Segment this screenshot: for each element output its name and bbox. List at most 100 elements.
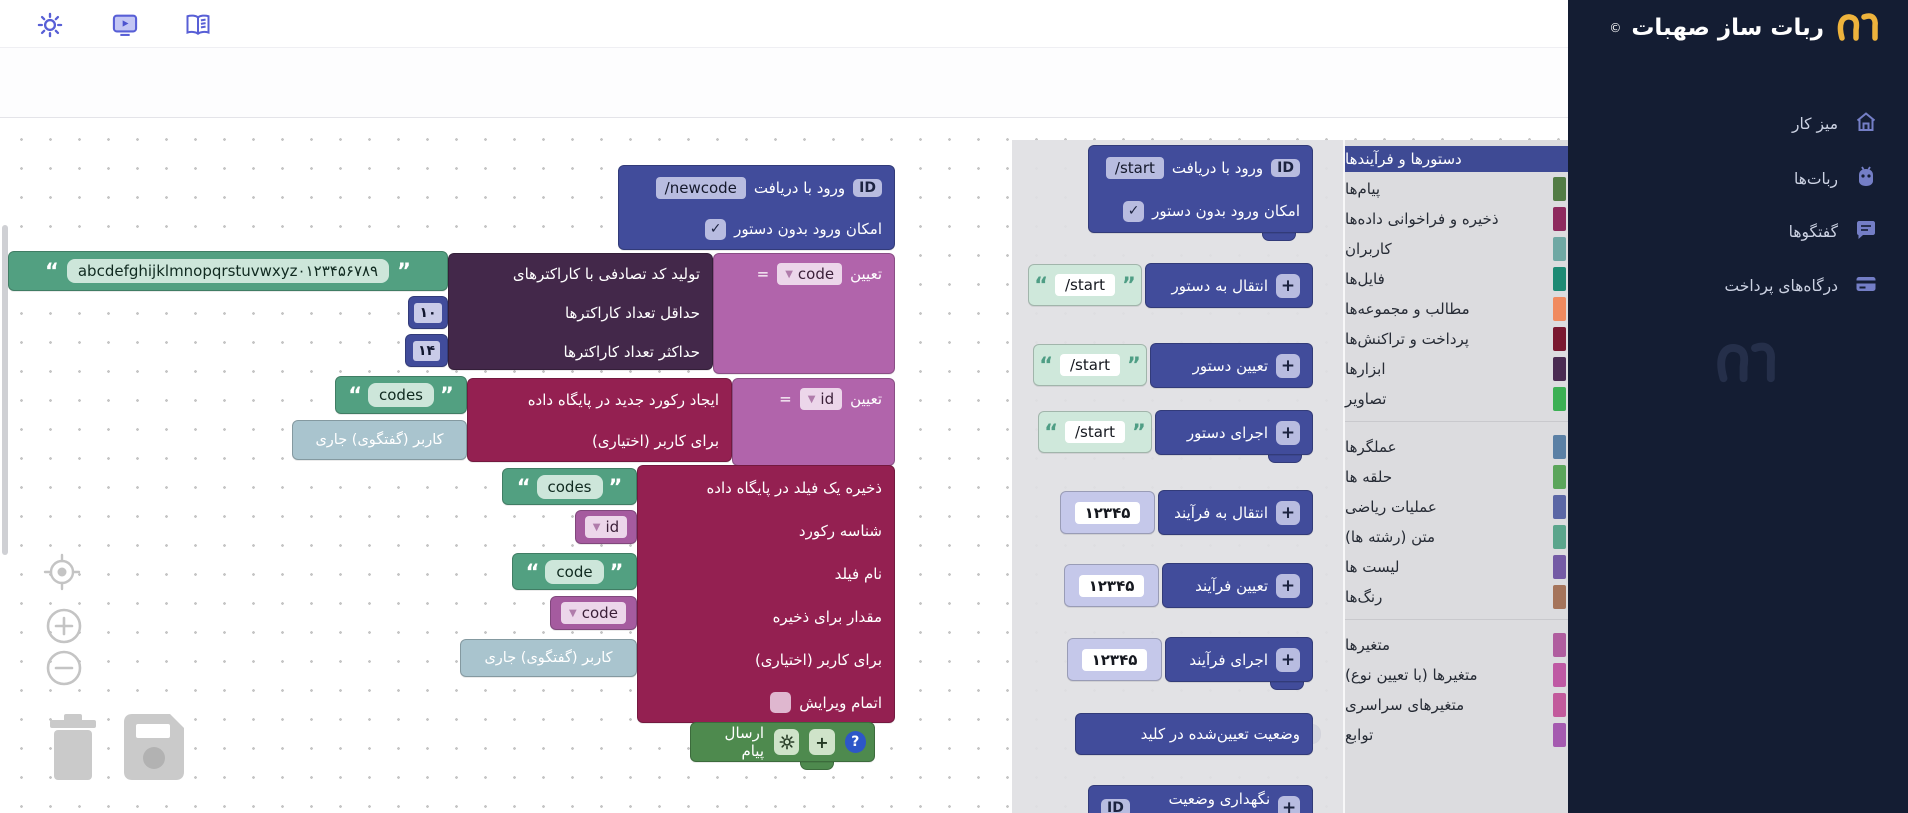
flyout-number-shadow-block[interactable]: ۱۲۳۴۵	[1064, 564, 1159, 607]
toolbox-category-commands[interactable]: دستورها و فرآیندها	[1345, 146, 1568, 172]
zoom-out-icon[interactable]	[44, 648, 84, 692]
number-field[interactable]: ۱۲۳۴۵	[1082, 649, 1148, 671]
flyout-block-goto-process[interactable]: + انتقال به فرآیند	[1158, 490, 1313, 535]
number-field[interactable]: ۱۲۳۴۵	[1079, 575, 1145, 597]
flyout-block-run-command[interactable]: + اجرای دستور	[1155, 410, 1313, 455]
canvas-block-set-variable-id[interactable]: تعیین id ▼ =	[732, 378, 895, 466]
flyout-string-shadow-block[interactable]: “ /start ”	[1038, 411, 1152, 453]
brand[interactable]: ربات ساز صهبات ©	[1609, 8, 1880, 48]
toolbox-category-images[interactable]: تصاویر	[1345, 386, 1568, 412]
toolbox-category-typed-variables[interactable]: متغیرها (با تعیین نوع)	[1345, 662, 1568, 688]
sidebar-item-payment-gateways[interactable]: درگاه‌های پرداخت	[1568, 268, 1908, 304]
flyout-block-set-command[interactable]: + تعیین دستور	[1150, 343, 1313, 388]
string-field[interactable]: codes	[368, 383, 434, 407]
trash-icon[interactable]	[42, 710, 104, 788]
toolbox-category-variables[interactable]: متغیرها	[1345, 632, 1568, 658]
canvas-block-min-number[interactable]: ۱۰	[408, 296, 448, 329]
canvas-block-create-record[interactable]: ایجاد رکورد جدید در پایگاه داده برای کار…	[467, 378, 732, 462]
flyout-block-run-process[interactable]: + اجرای فرآیند	[1165, 637, 1313, 682]
canvas-block-save-field[interactable]: ذخیره یک فیلد در پایگاه داده شناسه رکورد…	[637, 465, 895, 723]
toolbox-category-tools[interactable]: ابزارها	[1345, 356, 1568, 382]
string-field[interactable]: /start	[1055, 274, 1115, 296]
quote-open: “	[45, 266, 59, 276]
blockly-workspace[interactable]: دستورها و فرآیندها پیام‌ها ذخیره و فراخو…	[0, 118, 1568, 813]
flyout-block-set-process[interactable]: + تعیین فرآیند	[1162, 563, 1313, 608]
toolbox-category-data-storage[interactable]: ذخیره و فراخوانی داده‌ها	[1345, 206, 1568, 232]
toolbox-category-colors[interactable]: رنگ‌ها	[1345, 584, 1568, 610]
toolbox-category-loops[interactable]: حلقه ها	[1345, 464, 1568, 490]
canvas-block-db-name-string[interactable]: “ codes ”	[502, 468, 637, 505]
canvas-block-current-user[interactable]: کاربر (گفتگوی) جاری	[292, 420, 467, 460]
number-field[interactable]: ۱۰	[414, 303, 441, 323]
canvas-block-entry-command[interactable]: ID ورود با دریافت /newcode امکان ورود بد…	[618, 165, 895, 250]
flyout-string-shadow-block[interactable]: “ /start ”	[1033, 344, 1147, 386]
flyout-number-shadow-block[interactable]: ۱۲۳۴۵	[1067, 638, 1162, 681]
toolbox-category-text[interactable]: متن (رشته ها)	[1345, 524, 1568, 550]
string-field[interactable]: abcdefghijklmnopqrstuvwxyz۰۱۲۳۴۵۶۷۸۹	[67, 259, 389, 283]
variable-dropdown[interactable]: code ▼	[777, 263, 842, 285]
gear-icon[interactable]	[774, 729, 799, 755]
toolbox-category-global-variables[interactable]: متغیرهای سراسری	[1345, 692, 1568, 718]
help-icon[interactable]: ?	[845, 731, 866, 753]
toolbox-category-files[interactable]: فایل‌ها	[1345, 266, 1568, 292]
checkbox-checked[interactable]: ✓	[1123, 201, 1144, 222]
number-field[interactable]: ۱۴	[413, 341, 440, 361]
canvas-block-db-name-string[interactable]: “ codes ”	[335, 376, 467, 414]
canvas-block-variable-id[interactable]: id ▼	[575, 510, 637, 544]
flyout-block-goto-command[interactable]: + انتقال به دستور	[1145, 263, 1313, 308]
sidebar-item-bots[interactable]: ربات‌ها	[1568, 161, 1908, 197]
zoom-in-icon[interactable]	[44, 606, 84, 650]
canvas-block-set-variable-code[interactable]: تعیین code ▼ =	[713, 253, 895, 374]
plus-badge[interactable]: +	[1276, 274, 1300, 298]
sidebar-item-dashboard[interactable]: میز کار	[1568, 106, 1908, 142]
toolbox-category-lists[interactable]: لیست ها	[1345, 554, 1568, 580]
command-field[interactable]: /newcode	[656, 177, 746, 199]
theme-toggle-sun-icon[interactable]	[36, 11, 64, 43]
sidebar-item-chats[interactable]: گفتگوها	[1568, 214, 1908, 250]
string-field[interactable]: /start	[1065, 421, 1125, 443]
flyout-block-state-in-key[interactable]: وضعیت تعیین‌شده در کلید	[1075, 713, 1313, 755]
toolbox-category-functions[interactable]: توابع	[1345, 722, 1568, 748]
toolbox-category-content[interactable]: مطالب و مجموعه‌ها	[1345, 296, 1568, 322]
toolbox-category-payments[interactable]: پرداخت و تراکنش‌ها	[1345, 326, 1568, 352]
vertical-scrollbar[interactable]	[2, 225, 8, 555]
plus-badge[interactable]: +	[1276, 501, 1300, 525]
canvas-block-variable-code[interactable]: code ▼	[550, 596, 637, 630]
flyout-block-entry-command[interactable]: ID ورود با دریافت /start امکان ورود بدون…	[1088, 145, 1313, 233]
canvas-block-max-number[interactable]: ۱۴	[405, 334, 448, 367]
canvas-block-field-name-string[interactable]: “ code ”	[512, 553, 637, 590]
plus-badge[interactable]: +	[1276, 648, 1300, 672]
flyout-string-shadow-block[interactable]: “ /start ”	[1028, 264, 1142, 306]
toolbox-category-logic[interactable]: عملگرها	[1345, 434, 1568, 460]
block-notch	[1268, 454, 1302, 463]
checkbox-checked[interactable]: ✓	[705, 219, 726, 240]
canvas-block-send-message[interactable]: ? + ارسال پیام	[690, 722, 875, 762]
canvas-block-chars-string[interactable]: “ abcdefghijklmnopqrstuvwxyz۰۱۲۳۴۵۶۷۸۹ ”	[8, 251, 448, 291]
toolbox-category-users[interactable]: کاربران	[1345, 236, 1568, 262]
toolbox-category-messages[interactable]: پیام‌ها	[1345, 176, 1568, 202]
video-tutorial-icon[interactable]	[110, 11, 140, 43]
string-field[interactable]: code	[545, 560, 603, 584]
number-field[interactable]: ۱۲۳۴۵	[1075, 502, 1141, 524]
string-field[interactable]: codes	[537, 475, 603, 499]
checkbox-unchecked[interactable]	[770, 692, 791, 713]
save-floppy-icon[interactable]	[118, 710, 190, 788]
variable-dropdown[interactable]: code ▼	[561, 602, 626, 624]
plus-badge[interactable]: +	[1278, 796, 1300, 813]
variable-dropdown[interactable]: id ▼	[585, 516, 627, 538]
command-field[interactable]: /start	[1106, 157, 1164, 179]
canvas-block-current-user[interactable]: کاربر (گفتگوی) جاری	[460, 639, 637, 677]
flyout-number-shadow-block[interactable]: ۱۲۳۴۵	[1060, 491, 1155, 534]
plus-badge[interactable]: +	[1276, 421, 1300, 445]
variable-dropdown[interactable]: id ▼	[800, 388, 842, 410]
plus-badge[interactable]: +	[1276, 574, 1300, 598]
plus-badge[interactable]: +	[809, 729, 834, 755]
canvas-block-random-code[interactable]: تولید کد تصادفی با کاراکترهای حداقل تعدا…	[448, 253, 713, 370]
block-label: کاربر (گفتگوی) جاری	[315, 432, 443, 448]
docs-book-icon[interactable]	[183, 11, 213, 43]
flyout-block-keep-command-state[interactable]: + نگهداری وضعیت دستور ID	[1088, 785, 1313, 813]
plus-badge[interactable]: +	[1276, 354, 1300, 378]
toolbox-category-math[interactable]: عملیات ریاضی	[1345, 494, 1568, 520]
string-field[interactable]: /start	[1060, 354, 1120, 376]
zoom-to-fit-icon[interactable]	[40, 550, 84, 598]
